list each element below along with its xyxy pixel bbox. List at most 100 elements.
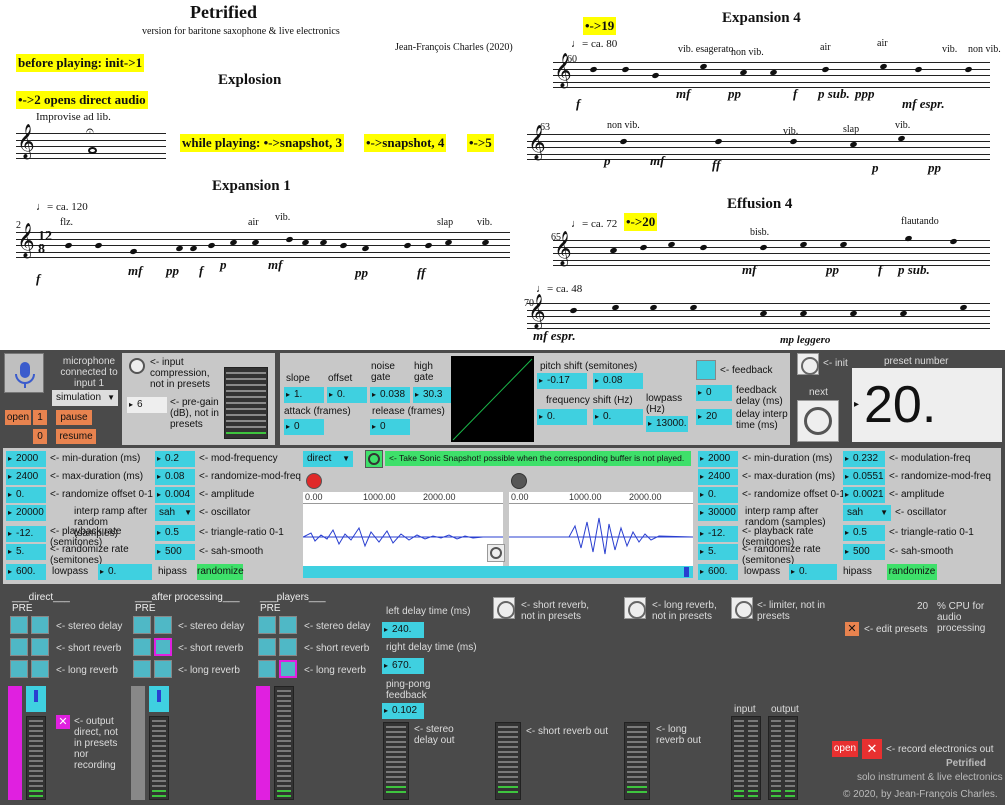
matrix-cell[interactable] [258,638,276,656]
left-randomize-offset[interactable]: 0. [6,487,46,503]
matrix-cell[interactable] [10,660,28,678]
matrix-cell[interactable] [154,660,172,678]
left-amplitude[interactable]: 0.004 [155,487,195,503]
waveform-right[interactable]: 0.00 1000.00 2000.00 [509,492,693,570]
left-lowpass[interactable]: 600. [6,564,46,580]
lowpass-number[interactable]: 13000. [646,416,688,432]
interp-number[interactable]: 20 [696,409,732,425]
output-direct-toggle[interactable]: ✕ [56,715,70,729]
pitch-shift-1[interactable]: -0.17 [537,373,587,389]
matrix-cell[interactable] [154,616,172,634]
limiter-toggle[interactable] [731,597,753,619]
matrix-cell[interactable] [31,616,49,634]
right-mod-frequency[interactable]: 0.232 [843,451,885,467]
noise-gate-number[interactable]: 0.038 [370,387,410,403]
right-amplitude[interactable]: 0.0021 [843,487,885,503]
snapshot-button[interactable] [365,450,383,468]
right-sah-smooth[interactable]: 500 [843,544,885,560]
direct-fader[interactable] [8,686,22,800]
matrix-cell-active[interactable] [279,660,297,678]
left-randomize-mod[interactable]: 0.08 [155,469,195,485]
resume-button[interactable]: resume [56,429,96,444]
right-randomize-mod[interactable]: 0.0551 [843,469,885,485]
after-pan[interactable] [149,686,169,712]
left-min-duration[interactable]: 2000 [6,451,46,467]
next-button[interactable] [797,400,839,442]
after-fader[interactable] [131,686,145,800]
right-min-duration[interactable]: 2000 [698,451,738,467]
left-oscillator-menu[interactable]: sah [155,505,195,521]
play-buffer-button[interactable] [487,544,505,562]
feedback-delay-number[interactable]: 0 [696,385,732,401]
slider-thumb[interactable] [684,567,689,577]
matrix-cell-active[interactable] [154,638,172,656]
open-button[interactable]: open [5,410,31,425]
left-max-duration[interactable]: 2400 [6,469,46,485]
right-interp-ramp[interactable]: 30000 [698,505,738,521]
open-number[interactable]: 1 [33,410,47,425]
freq-shift-2[interactable]: 0. [593,409,643,425]
matrix-cell[interactable] [133,616,151,634]
matrix-cell[interactable] [10,616,28,634]
simulation-menu[interactable]: simulation ▼ [52,390,118,406]
matrix-cell[interactable] [133,638,151,656]
matrix-cell[interactable] [133,660,151,678]
resume-number[interactable]: 0 [33,429,47,444]
left-triangle-ratio[interactable]: 0.5 [155,525,195,541]
attack-number[interactable]: 0 [284,419,324,435]
left-sah-smooth[interactable]: 500 [155,544,195,560]
right-playback-rate[interactable]: -12. [698,526,738,542]
input-compression-toggle[interactable] [129,358,145,374]
microphone-button[interactable] [4,353,44,393]
long-reverb-toggle[interactable] [624,597,646,619]
left-mod-frequency[interactable]: 0.2 [155,451,195,467]
direct-pan[interactable] [26,686,46,712]
right-delay-number[interactable]: 670. [382,658,424,674]
right-lowpass[interactable]: 600. [698,564,738,580]
left-delay-number[interactable]: 240. [382,622,424,638]
right-oscillator-menu[interactable]: sah [843,505,891,521]
left-hipass[interactable]: 0. [98,564,152,580]
right-randomize-offset[interactable]: 0. [698,487,738,503]
matrix-cell[interactable] [258,616,276,634]
brand-title: Petrified [946,758,987,769]
freq-shift-1[interactable]: 0. [537,409,587,425]
record-toggle[interactable]: ✕ [862,739,882,759]
pause-button[interactable]: pause [56,410,92,425]
slope-number[interactable]: 1. [284,387,324,403]
matrix-cell[interactable] [10,638,28,656]
pitch-shift-2[interactable]: 0.08 [593,373,643,389]
feedback-toggle[interactable] [696,360,716,380]
right-hipass[interactable]: 0. [789,564,837,580]
offset-number[interactable]: 0. [327,387,367,403]
init-button[interactable] [797,353,819,375]
right-triangle-ratio[interactable]: 0.5 [843,525,885,541]
left-randomize-rate[interactable]: 5. [6,544,46,560]
rec-open-button[interactable]: open [832,741,858,757]
matrix-cell[interactable] [279,638,297,656]
release-number[interactable]: 0 [370,419,410,435]
matrix-cell[interactable] [258,660,276,678]
right-max-duration[interactable]: 2400 [698,469,738,485]
left-randomize-button[interactable]: randomize [197,564,244,580]
edit-presets-toggle[interactable]: ✕ [845,622,859,636]
matrix-cell[interactable] [31,638,49,656]
players-fader[interactable] [256,686,270,800]
source-menu[interactable]: direct [303,451,353,467]
transfer-function-display[interactable] [451,356,534,442]
record-left-button[interactable] [306,473,322,489]
right-randomize-button[interactable]: randomize [887,564,937,580]
matrix-cell[interactable] [31,660,49,678]
left-interp-ramp[interactable]: 20000 [6,505,46,521]
playback-position-slider[interactable] [303,566,693,578]
left-playback-rate[interactable]: -12. [6,526,46,542]
record-right-button[interactable] [511,473,527,489]
matrix-cell[interactable] [279,616,297,634]
pingpong-number[interactable]: 0.102 [382,703,424,719]
pregain-number[interactable]: ▸ 6 [127,397,167,413]
preset-number-box[interactable]: ▸ 20. [852,368,1002,442]
right-randomize-rate[interactable]: 5. [698,544,738,560]
waveform-left[interactable]: 0.00 1000.00 2000.00 [303,492,503,570]
short-reverb-toggle[interactable] [493,597,515,619]
high-gate-number[interactable]: 30.3 [413,387,453,403]
